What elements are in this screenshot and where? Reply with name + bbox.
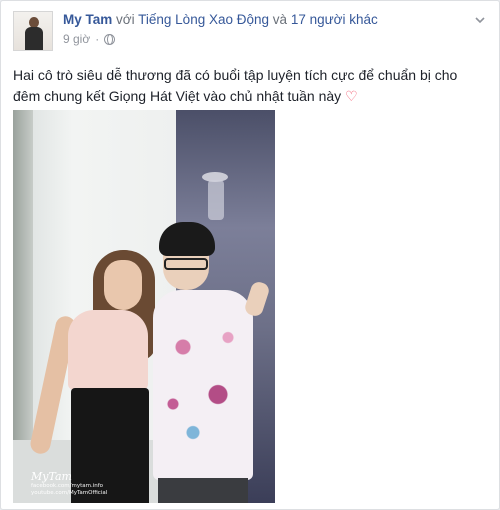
man-shirt bbox=[153, 290, 253, 480]
woman-top bbox=[68, 310, 148, 390]
post-message-text: Hai cô trò siêu dễ thương đã có buổi tập… bbox=[13, 67, 458, 104]
avatar-figure-body bbox=[25, 27, 43, 50]
watermark-credit-2: youtube.com/MyTamOfficial bbox=[31, 490, 108, 496]
and-text: và bbox=[272, 12, 288, 27]
author-name-link[interactable]: My Tam bbox=[63, 12, 112, 27]
woman-face bbox=[104, 260, 142, 310]
avatar[interactable] bbox=[13, 11, 53, 51]
man-hair bbox=[159, 222, 215, 256]
photo-watermark: MyTam facebook.com/mytam.info youtube.co… bbox=[31, 470, 131, 497]
tagged-page-link[interactable]: Tiếng Lòng Xao Động bbox=[138, 12, 269, 27]
watermark-credit-1: facebook.com/mytam.info bbox=[31, 483, 104, 489]
timestamp-link[interactable]: 9 giờ bbox=[63, 32, 90, 46]
man-pants bbox=[158, 478, 248, 503]
others-link[interactable]: 17 người khác bbox=[291, 12, 378, 27]
globe-icon[interactable] bbox=[104, 33, 116, 45]
facebook-post: My Tam với Tiếng Lòng Xao Động và 17 ngư… bbox=[0, 0, 500, 510]
poster-figure bbox=[208, 180, 224, 220]
post-photo[interactable]: MyTam facebook.com/mytam.info youtube.co… bbox=[13, 110, 275, 503]
heart-icon: ♡ bbox=[345, 88, 358, 104]
post-headline: My Tam với Tiếng Lòng Xao Động và 17 ngư… bbox=[63, 12, 378, 27]
chevron-down-icon[interactable] bbox=[475, 15, 485, 25]
with-text: với bbox=[116, 12, 135, 27]
post-meta: 9 giờ · bbox=[63, 32, 116, 46]
watermark-signature: MyTam bbox=[31, 470, 72, 483]
man-glasses bbox=[164, 258, 208, 270]
meta-separator: · bbox=[95, 32, 100, 46]
post-message: Hai cô trò siêu dễ thương đã có buổi tập… bbox=[13, 65, 483, 107]
